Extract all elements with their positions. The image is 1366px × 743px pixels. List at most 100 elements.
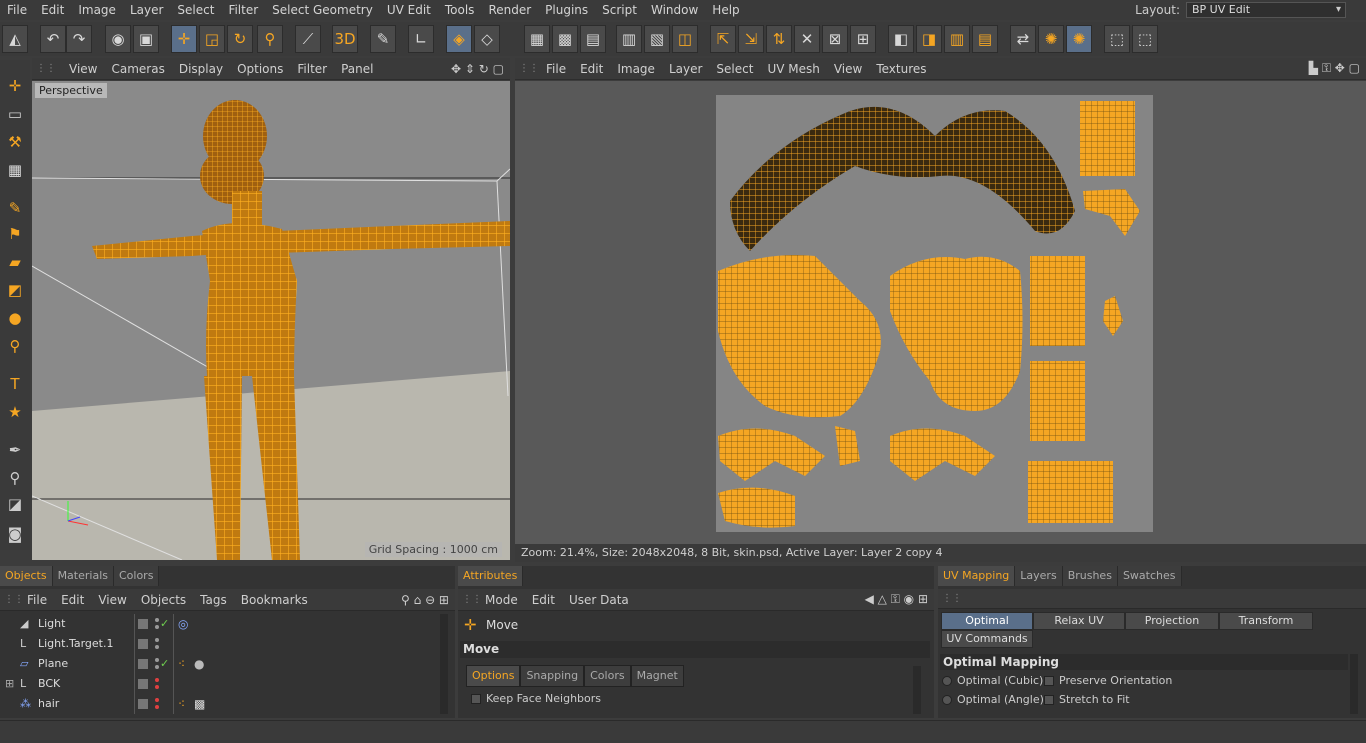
viewport-menu-display[interactable]: Display	[172, 62, 230, 76]
target-tag-icon[interactable]: ◎	[178, 614, 188, 634]
attributes-menu-edit[interactable]: Edit	[525, 593, 562, 607]
attributes-nav-icons[interactable]: ◀ △ ⚿ ◉ ⊞	[865, 592, 934, 607]
live-selection-icon[interactable]: ◉	[105, 25, 131, 53]
shape-tool-icon[interactable]: ★	[3, 400, 27, 424]
menu-script[interactable]: Script	[595, 3, 644, 17]
expand-icon[interactable]: ⊞	[5, 674, 14, 694]
stretch-to-fit-checkbox[interactable]	[1044, 695, 1054, 705]
optimal-cubic-radio[interactable]	[942, 676, 952, 686]
undo-icon[interactable]: ↶	[40, 25, 66, 53]
menu-edit[interactable]: Edit	[34, 3, 71, 17]
optimal-mapping-button[interactable]: Optimal Mapping	[941, 612, 1033, 643]
rotate-tool-icon[interactable]: ↻	[227, 25, 253, 53]
scale-tool-icon[interactable]: ◲	[199, 25, 225, 53]
layout-dropdown[interactable]: BP UV Edit	[1186, 2, 1346, 18]
redo-icon[interactable]: ↷	[66, 25, 92, 53]
checker-icon[interactable]: ▦	[3, 158, 27, 182]
menu-tools[interactable]: Tools	[438, 3, 482, 17]
app-logo-icon[interactable]: ◭	[2, 25, 28, 53]
uv-panel-scrollbar[interactable]	[1350, 654, 1358, 714]
uv-grid-icon[interactable]: ▦	[524, 25, 550, 53]
selection-cube-icon[interactable]: ▣	[133, 25, 159, 53]
texture-view-icon[interactable]: ⬚	[1132, 25, 1158, 53]
object-row-bck[interactable]: ⊞ L BCK	[0, 674, 440, 694]
knife-icon[interactable]: ⚒	[3, 130, 27, 154]
menu-file[interactable]: File	[0, 3, 34, 17]
distribute-v-icon[interactable]: ▤	[972, 25, 998, 53]
rectangle-select-icon[interactable]: ▭	[3, 102, 27, 126]
objects-search-icons[interactable]: ⚲ ⌂ ⊖ ⊞	[401, 593, 455, 607]
menu-select-geometry[interactable]: Select Geometry	[265, 3, 380, 17]
optimal-angle-radio[interactable]	[942, 695, 952, 705]
phong-tag-icon[interactable]: ⁖	[178, 654, 185, 674]
uv-menu-file[interactable]: File	[539, 62, 573, 76]
object-row-light[interactable]: ◢ Light ✓ ◎	[0, 614, 440, 634]
panel-grip-icon[interactable]: ⋮⋮	[0, 594, 24, 605]
axis-icon[interactable]: ⟋	[295, 25, 321, 53]
objects-menu-bookmarks[interactable]: Bookmarks	[234, 593, 315, 607]
uv-flip-icon[interactable]: ⇅	[766, 25, 792, 53]
menu-window[interactable]: Window	[644, 3, 705, 17]
material-tag-icon[interactable]: ●	[194, 654, 204, 674]
tab-uv-mapping[interactable]: UV Mapping	[938, 566, 1016, 586]
enabled-check-icon[interactable]: ✓	[160, 614, 169, 634]
menu-image[interactable]: Image	[71, 3, 123, 17]
transform-button[interactable]: Transform	[1219, 612, 1313, 630]
menu-filter[interactable]: Filter	[221, 3, 265, 17]
3d-viewport[interactable]: Perspective Grid Spacing : 1000 cm	[32, 81, 510, 560]
uv-fit-icon[interactable]: ✕	[794, 25, 820, 53]
object-row-light-target[interactable]: L Light.Target.1	[0, 634, 440, 654]
mask-icon[interactable]: ◙	[3, 522, 27, 546]
align-left-icon[interactable]: ◧	[888, 25, 914, 53]
tab-colors[interactable]: Colors	[113, 566, 160, 586]
uv-commands-button[interactable]: UV Commands	[941, 630, 1033, 648]
objects-menu-edit[interactable]: Edit	[54, 593, 91, 607]
uv-menu-uv-mesh[interactable]: UV Mesh	[760, 62, 826, 76]
menu-layer[interactable]: Layer	[123, 3, 170, 17]
panel-grip-icon[interactable]: ⋮⋮	[458, 594, 482, 605]
tab-objects[interactable]: Objects	[0, 566, 53, 586]
menu-help[interactable]: Help	[705, 3, 746, 17]
uv-scale-icon[interactable]: ⊞	[850, 25, 876, 53]
3d-mode-icon[interactable]: 3D	[332, 25, 358, 53]
subtab-magnet[interactable]: Magnet	[630, 665, 684, 687]
target-icon[interactable]: ✺	[1038, 25, 1064, 53]
panel-grip-icon[interactable]: ⋮⋮	[32, 63, 62, 74]
objects-menu-objects[interactable]: Objects	[134, 593, 193, 607]
panel-grip-icon[interactable]: ⋮⋮	[515, 63, 539, 74]
tab-layers[interactable]: Layers	[1015, 566, 1063, 586]
uv-canvas[interactable]	[515, 81, 1366, 544]
viewport-menu-filter[interactable]: Filter	[290, 62, 334, 76]
gradient-icon[interactable]: ◩	[3, 278, 27, 302]
dodge-icon[interactable]: ⚲	[3, 334, 27, 358]
uv-menu-view[interactable]: View	[827, 62, 869, 76]
attributes-menu-user-data[interactable]: User Data	[562, 593, 636, 607]
uv-texture-icon[interactable]: ▧	[644, 25, 670, 53]
attributes-menu-mode[interactable]: Mode	[478, 593, 525, 607]
coordinate-lock-icon[interactable]: ⚲	[257, 25, 283, 53]
brush-icon[interactable]: ✎	[3, 196, 27, 220]
uv-menu-image[interactable]: Image	[610, 62, 662, 76]
objects-scrollbar[interactable]	[440, 614, 448, 714]
menu-plugins[interactable]: Plugins	[538, 3, 595, 17]
objects-menu-tags[interactable]: Tags	[193, 593, 234, 607]
enabled-check-icon[interactable]: ✓	[160, 654, 169, 674]
preserve-orientation-checkbox[interactable]	[1044, 676, 1054, 686]
object-row-plane[interactable]: ▱ Plane ✓ ⁖ ●	[0, 654, 440, 674]
brush-tool-icon[interactable]: ✎	[370, 25, 396, 53]
pattern-icon[interactable]: ✺	[1066, 25, 1092, 53]
viewport-menu-panel[interactable]: Panel	[334, 62, 380, 76]
viewport-nav-icons[interactable]: ✥ ⇕ ↻ ▢	[451, 62, 510, 76]
move-icon[interactable]: ✛	[3, 74, 27, 98]
color-swatch-icon[interactable]: ◪	[3, 492, 27, 516]
uv-mirror-v-icon[interactable]: ⇲	[738, 25, 764, 53]
objects-menu-file[interactable]: File	[20, 593, 54, 607]
uv-checker-icon[interactable]: ▥	[616, 25, 642, 53]
viewport-menu-cameras[interactable]: Cameras	[104, 62, 171, 76]
uv-polygon-icon[interactable]: ◇	[474, 25, 500, 53]
menu-select[interactable]: Select	[170, 3, 221, 17]
subtab-options[interactable]: Options	[466, 665, 521, 687]
workplane-icon[interactable]: ∟	[408, 25, 434, 53]
eyedropper-icon[interactable]: ✒	[3, 438, 27, 462]
tab-attributes[interactable]: Attributes	[458, 566, 524, 586]
